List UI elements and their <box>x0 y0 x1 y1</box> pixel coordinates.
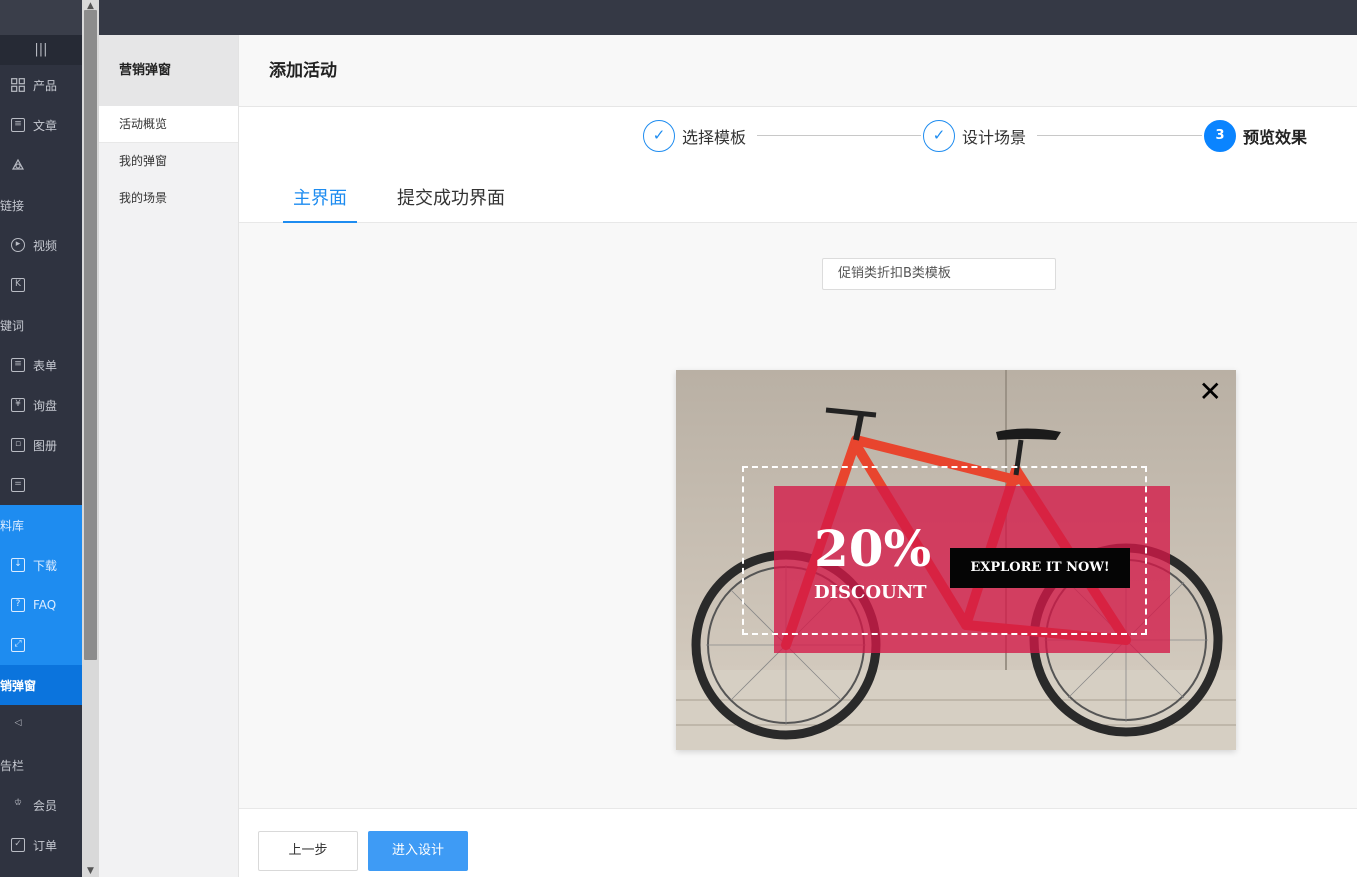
nav-item-inquiry[interactable]: ¥ 询盘 <box>0 385 82 425</box>
link-icon <box>11 158 25 172</box>
nav-item-marketing-popup[interactable]: 营销弹窗 <box>0 665 82 705</box>
scrollbar-thumb[interactable] <box>84 10 97 660</box>
template-select[interactable]: 促销类折扣B类模板 <box>822 258 1056 290</box>
menu-toggle-icon[interactable]: ||| <box>0 35 82 65</box>
order-icon: ✓ <box>11 838 25 852</box>
nav-item-bulletin[interactable]: 公告栏 <box>0 745 82 785</box>
logo-area <box>0 0 82 35</box>
nav-label: 视频 <box>33 238 58 253</box>
nav-label: FAQ <box>33 598 57 612</box>
download-icon: ↓ <box>11 558 25 572</box>
document-icon: ≡ <box>11 118 25 132</box>
subnav-item-my-popups[interactable]: 我的弹窗 <box>99 143 238 180</box>
nav-label: 图册 <box>33 438 58 453</box>
nav-item-forms[interactable]: ≡ 表单 <box>0 345 82 385</box>
nav-label: 公告栏 <box>0 758 25 773</box>
main-content: 添加活动 ✓ 选择模板 ✓ 设计场景 3 预览效果 主界面 提交成功界面 促销类… <box>239 35 1357 877</box>
nav-item-expand-icon[interactable]: ⤢ <box>0 625 82 665</box>
server-icon: = <box>11 478 25 492</box>
nav-label: 资料库 <box>0 518 25 533</box>
tab-bar: 主界面 提交成功界面 <box>239 167 1357 223</box>
question-icon: ? <box>11 598 25 612</box>
nav-item-link-icon[interactable] <box>0 145 82 185</box>
nav-label: 表单 <box>33 358 58 373</box>
page-title: 添加活动 <box>239 35 1357 107</box>
popup-preview: 20% DISCOUNT EXPLORE IT NOW! ✕ <box>676 370 1236 750</box>
nav-item-video[interactable]: ▸ 视频 <box>0 225 82 265</box>
gallery-icon: ▫ <box>11 438 25 452</box>
nav-label: 关键词 <box>0 318 25 333</box>
nav-item-articles[interactable]: ≡ 文章 <box>0 105 82 145</box>
discount-label: DISCOUNT <box>814 582 927 603</box>
subnav-title: 营销弹窗 <box>99 35 238 106</box>
discount-percent: 20% <box>814 519 932 578</box>
nav-label: 产品 <box>33 78 58 93</box>
step-label: 设计场景 <box>962 128 1027 147</box>
nav-item-keyword-icon[interactable]: K <box>0 265 82 305</box>
nav-label: 订单 <box>33 838 58 853</box>
nav-label: 下载 <box>33 558 58 573</box>
nav-label: 询盘 <box>33 398 58 413</box>
subnav-item-overview[interactable]: 活动概览 <box>99 106 238 143</box>
nav-item-faq[interactable]: ? FAQ <box>0 585 82 625</box>
grid-icon <box>11 78 25 92</box>
subnav-item-my-scenes[interactable]: 我的场景 <box>99 180 238 217</box>
close-icon[interactable]: ✕ <box>1199 378 1222 406</box>
play-icon: ▸ <box>11 238 25 252</box>
expand-icon: ⤢ <box>11 638 25 652</box>
nav-item-server-icon[interactable]: = <box>0 465 82 505</box>
sub-nav: 营销弹窗 活动概览 我的弹窗 我的场景 <box>99 35 239 877</box>
nav-item-products[interactable]: 产品 <box>0 65 82 105</box>
nav-label: 营销弹窗 <box>0 678 37 693</box>
nav-item-library[interactable]: 资料库 <box>0 505 82 545</box>
yen-icon: ¥ <box>11 398 25 412</box>
clipboard-icon: ≡ <box>11 358 25 372</box>
nav-item-orders[interactable]: ✓ 订单 <box>0 825 82 865</box>
nav-item-speaker-icon[interactable]: ◁ <box>0 705 82 745</box>
step-number: 3 <box>1204 120 1236 152</box>
crown-icon: ♔ <box>13 798 23 808</box>
step-indicator: ✓ 选择模板 ✓ 设计场景 3 预览效果 <box>239 107 1357 167</box>
nav-item-members[interactable]: ♔ 会员 <box>0 785 82 825</box>
tab-main-screen[interactable]: 主界面 <box>283 184 357 223</box>
prev-step-button[interactable]: 上一步 <box>258 831 358 871</box>
nav-label: 文章 <box>33 118 58 133</box>
step-label: 选择模板 <box>682 128 747 147</box>
nav-item-download[interactable]: ↓ 下载 <box>0 545 82 585</box>
action-bar: 上一步 进入设计 <box>239 808 1357 877</box>
nav-item-gallery[interactable]: ▫ 图册 <box>0 425 82 465</box>
scroll-down-icon[interactable]: ▼ <box>82 865 99 877</box>
speaker-icon: ◁ <box>14 718 22 728</box>
keyword-icon: K <box>11 278 25 292</box>
top-header <box>99 0 1357 35</box>
check-icon: ✓ <box>643 120 675 152</box>
step-choose-template: ✓ 选择模板 <box>643 120 746 152</box>
step-preview: 3 预览效果 <box>1204 120 1307 152</box>
tab-success-screen[interactable]: 提交成功界面 <box>387 184 515 223</box>
step-design-scene: ✓ 设计场景 <box>923 120 1026 152</box>
nav-scrollbar[interactable]: ▲ ▼ <box>82 0 99 877</box>
enter-design-button[interactable]: 进入设计 <box>368 831 468 871</box>
step-connector <box>757 135 921 136</box>
nav-label: 短链接 <box>0 198 25 213</box>
step-label: 预览效果 <box>1243 128 1308 147</box>
explore-button[interactable]: EXPLORE IT NOW! <box>950 548 1130 588</box>
check-icon: ✓ <box>923 120 955 152</box>
nav-label: 会员 <box>33 798 58 813</box>
nav-item-short-link[interactable]: 短链接 <box>0 185 82 225</box>
step-connector <box>1037 135 1202 136</box>
nav-item-keywords[interactable]: 关键词 <box>0 305 82 345</box>
left-nav: ||| 产品 ≡ 文章 短链接 ▸ 视频 K 关键词 ≡ 表单 ¥ 询盘 ▫ 图… <box>0 0 82 877</box>
